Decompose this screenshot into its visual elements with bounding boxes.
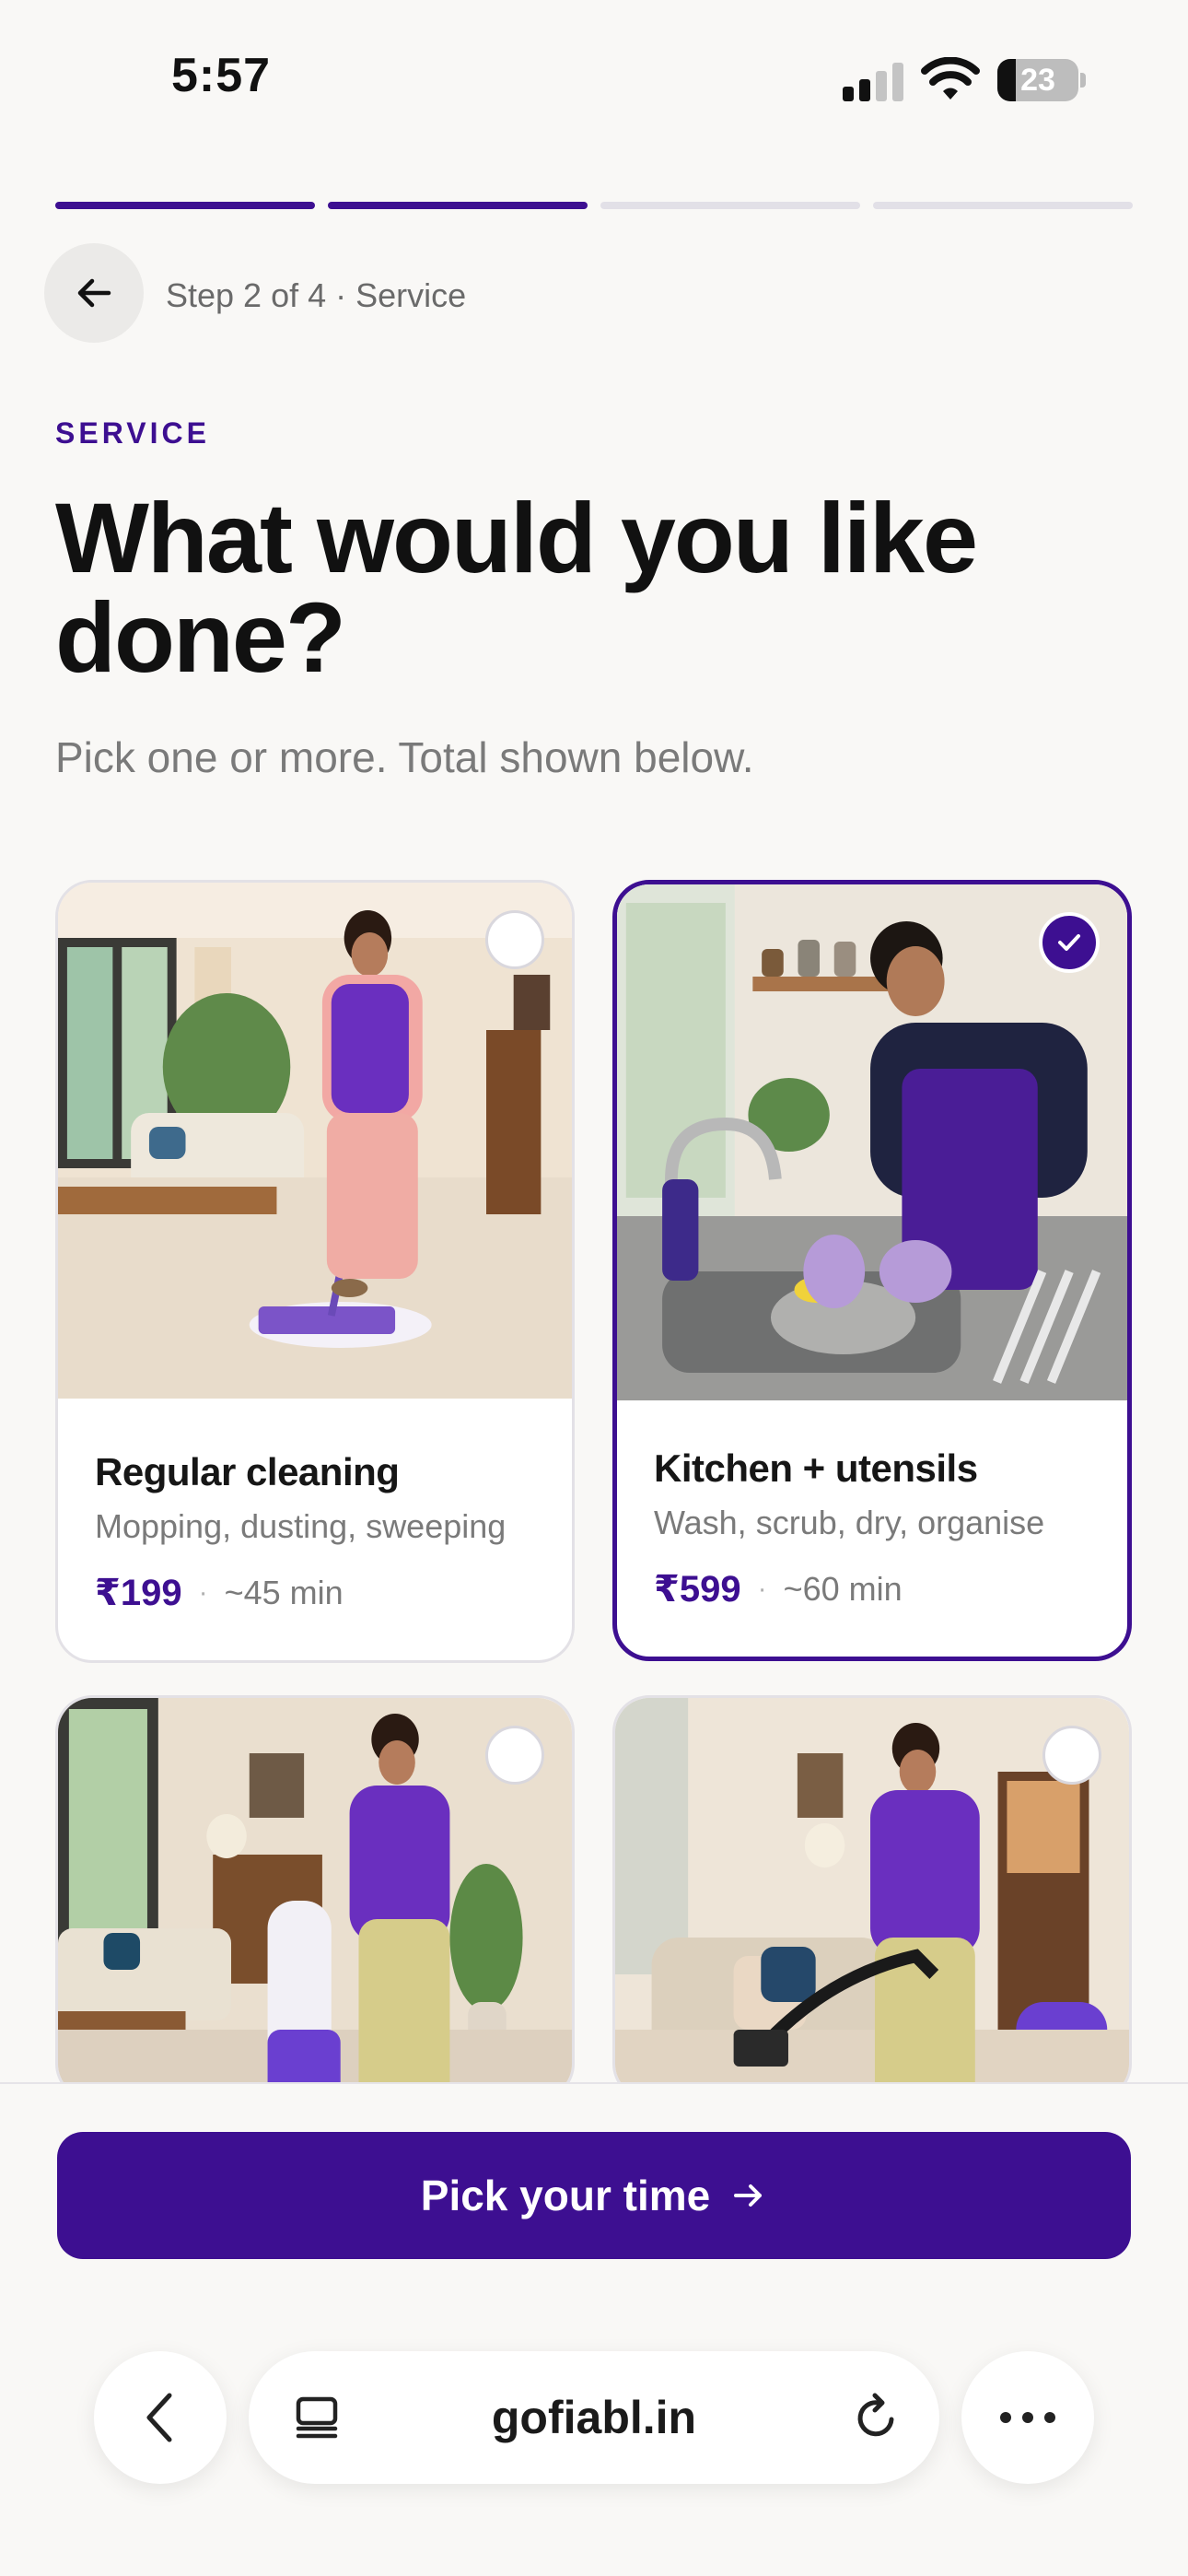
service-title: Regular cleaning xyxy=(95,1450,400,1493)
service-price: ₹599 xyxy=(654,1569,741,1610)
page-subtitle: Pick one or more. Total shown below. xyxy=(55,733,754,781)
step-indicator: Step 2 of 4 · Service xyxy=(166,276,467,314)
page-title: What would you like done? xyxy=(55,482,978,693)
progress-segment-3 xyxy=(600,202,860,209)
more-dots-icon xyxy=(1000,2412,1055,2423)
service-card-4[interactable] xyxy=(612,1695,1132,2101)
service-card-kitchen-utensils[interactable]: Kitchen + utensils Wash, scrub, dry, org… xyxy=(612,880,1132,1661)
reload-icon[interactable] xyxy=(851,2392,903,2443)
progress-segment-2 xyxy=(328,202,588,209)
battery-percent: 23 xyxy=(1020,63,1055,98)
status-time: 5:57 xyxy=(171,49,272,102)
pick-your-time-button[interactable]: Pick your time xyxy=(57,2132,1131,2259)
browser-back-button[interactable] xyxy=(94,2351,227,2484)
service-description: Wash, scrub, dry, organise xyxy=(654,1504,1045,1541)
service-card-regular-cleaning[interactable]: Regular cleaning Mopping, dusting, sweep… xyxy=(55,880,575,1663)
address-bar[interactable]: gofiabl.in xyxy=(249,2351,939,2484)
status-bar: 5:57 23 xyxy=(0,0,1188,157)
select-radio[interactable] xyxy=(1042,1726,1101,1785)
select-radio[interactable] xyxy=(485,910,544,969)
service-card-3[interactable] xyxy=(55,1695,575,2101)
service-meta: ₹599 · ~60 min xyxy=(654,1568,903,1610)
select-radio[interactable] xyxy=(485,1726,544,1785)
more-options-button[interactable] xyxy=(961,2351,1094,2484)
service-title: Kitchen + utensils xyxy=(654,1446,978,1490)
cta-label: Pick your time xyxy=(420,2172,711,2219)
section-eyebrow: SERVICE xyxy=(55,416,210,450)
arrow-right-icon xyxy=(734,2184,763,2207)
service-duration: ~45 min xyxy=(224,1574,344,1611)
check-icon xyxy=(1058,934,1080,951)
url-text: gofiabl.in xyxy=(491,2392,697,2443)
progress-segment-1 xyxy=(55,202,315,209)
progress-segment-4 xyxy=(873,202,1133,209)
selected-checkmark[interactable] xyxy=(1039,912,1100,973)
step-progress-bar xyxy=(55,202,1133,209)
battery-body: 23 xyxy=(997,59,1078,101)
separator-dot: · xyxy=(198,1577,208,1608)
service-duration: ~60 min xyxy=(783,1570,903,1608)
battery-icon: 23 xyxy=(997,59,1086,101)
back-button[interactable] xyxy=(44,243,144,343)
separator-dot: · xyxy=(757,1574,767,1604)
battery-tip xyxy=(1080,73,1086,88)
cellular-signal-icon xyxy=(843,63,903,101)
service-price: ₹199 xyxy=(95,1573,182,1613)
chevron-left-icon xyxy=(146,2393,172,2442)
service-description: Mopping, dusting, sweeping xyxy=(95,1507,507,1545)
wifi-icon xyxy=(921,57,980,100)
service-meta: ₹199 · ~45 min xyxy=(95,1572,344,1614)
arrow-left-icon xyxy=(77,278,111,308)
